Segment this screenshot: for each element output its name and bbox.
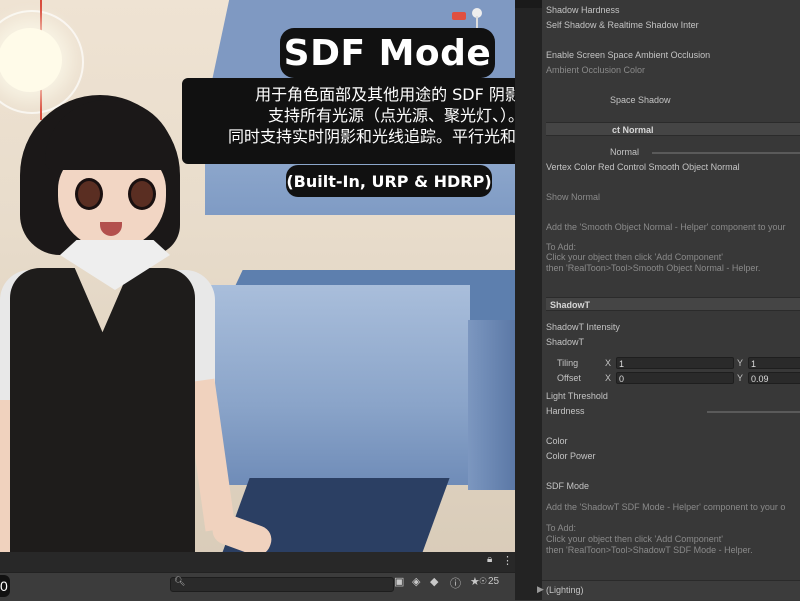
- character-right-eye: [128, 178, 156, 210]
- helper1-line-3: Click your object then click 'Add Compon…: [546, 252, 724, 262]
- hardness-slider[interactable]: [707, 411, 800, 413]
- axis-x-handle[interactable]: [452, 12, 466, 20]
- lighting-foldout[interactable]: (Lighting): [542, 580, 800, 600]
- color-power-label: Color Power: [546, 451, 596, 461]
- pipelines-banner: (Built-In, URP & HDRP): [286, 165, 492, 197]
- offset-x-field[interactable]: 0: [616, 372, 734, 384]
- helper1-line-2: To Add:: [546, 242, 577, 252]
- chevron-right-icon[interactable]: ▶: [537, 580, 544, 598]
- description-box: 用于角色面部及其他用途的 SDF 阴影。 支持所有光源（点光源、聚光灯、）。 同…: [182, 78, 515, 164]
- shadow-hardness-label: Shadow Hardness: [546, 5, 620, 15]
- eye-icon[interactable]: ☉: [479, 576, 487, 587]
- panel-divider[interactable]: [515, 0, 542, 600]
- helper1-line-4: then 'RealToon>Tool>Smooth Object Normal…: [546, 263, 761, 273]
- offset-label: Offset: [557, 373, 581, 383]
- vertex-color-label: Vertex Color Red Control Smooth Object N…: [546, 162, 740, 172]
- sdf-mode-label: SDF Mode: [546, 481, 590, 491]
- search-input[interactable]: 🔍︎: [170, 576, 394, 592]
- shadowt-intensity-label: ShadowT Intensity: [546, 322, 620, 332]
- tiling-y-label: Y: [737, 358, 744, 368]
- offset-x-label: X: [605, 373, 612, 383]
- hierarchy-toolbar: 0 🔍︎ ▣ ◈ ◆ ⓘ ★ ☉ 25: [0, 572, 515, 601]
- normal-label: Normal: [610, 147, 640, 157]
- description-line-3: 同时支持实时阴影和光线追踪。平行光和面光源: [227, 127, 515, 146]
- smooth-normal-section-label: ct Normal: [612, 125, 654, 135]
- corner-label: 0: [0, 575, 10, 597]
- helper2-line-1: Add the 'ShadowT SDF Mode - Helper' comp…: [546, 502, 786, 512]
- color-label: Color: [546, 436, 568, 446]
- info-icon[interactable]: ⓘ: [450, 575, 461, 591]
- panel-divider-cap: [515, 0, 542, 8]
- scene-visibility-icon[interactable]: ▣: [394, 575, 404, 588]
- helper2-line-2: To Add:: [546, 523, 577, 533]
- search-icon: 🔍︎: [174, 576, 186, 586]
- hardness-label: Hardness: [546, 406, 585, 416]
- axis-stem: [476, 16, 478, 28]
- more-icon[interactable]: ⋮: [502, 554, 513, 567]
- tiling-y-field[interactable]: 1: [748, 357, 800, 369]
- directional-light-icon[interactable]: [0, 28, 62, 92]
- shadowt-label: ShadowT: [546, 337, 585, 347]
- tiling-label: Tiling: [557, 358, 579, 368]
- show-normal-label: Show Normal: [546, 192, 601, 202]
- orientation-gizmo[interactable]: [446, 6, 496, 28]
- shadowt-section-label: ShadowT: [550, 300, 590, 310]
- ssao-label: Enable Screen Space Ambient Occlusion: [546, 50, 711, 60]
- helper1-line-1: Add the 'Smooth Object Normal - Helper' …: [546, 222, 786, 232]
- lock-icon[interactable]: 🔒︎: [487, 554, 492, 565]
- helper2-line-3: Click your object then click 'Add Compon…: [546, 534, 724, 544]
- space-shadow-label: Space Shadow: [610, 95, 671, 105]
- self-shadow-label: Self Shadow & Realtime Shadow Inter: [546, 20, 699, 30]
- helper2-line-4: then 'RealToon>Tool>ShadowT SDF Mode - H…: [546, 545, 753, 555]
- smooth-normal-section[interactable]: ct Normal: [546, 122, 800, 136]
- light-threshold-label: Light Threshold: [546, 391, 608, 401]
- tiling-x-label: X: [605, 358, 612, 368]
- scene-viewport[interactable]: SDF Mode 用于角色面部及其他用途的 SDF 阴影。 支持所有光源（点光源…: [0, 0, 515, 560]
- layers-icon[interactable]: ◈: [412, 575, 420, 588]
- tiling-x-field[interactable]: 1: [616, 357, 734, 369]
- normal-slider[interactable]: [652, 152, 800, 154]
- scene-status-strip: 🔒︎ ⋮: [0, 552, 515, 572]
- shadowt-section[interactable]: ShadowT: [546, 297, 800, 311]
- title-banner: SDF Mode: [280, 28, 495, 78]
- visible-count: 25: [488, 576, 500, 587]
- offset-y-label: Y: [737, 373, 744, 383]
- description-line-2: 支持所有光源（点光源、聚光灯、）。: [267, 106, 515, 125]
- shelf-middle-block: [205, 285, 470, 485]
- tag-icon[interactable]: ◆: [430, 575, 438, 588]
- character-left-eye: [75, 178, 103, 210]
- description-line-1: 用于角色面部及其他用途的 SDF 阴影。: [255, 85, 515, 104]
- shelf-middle-side: [468, 320, 515, 490]
- page-title: SDF Mode: [283, 32, 492, 74]
- offset-y-field[interactable]: 0.09: [748, 372, 800, 384]
- ao-color-label: Ambient Occlusion Color: [546, 65, 646, 75]
- pipelines-label: (Built-In, URP & HDRP): [286, 171, 492, 191]
- inspector-panel: Shadow Hardness Self Shadow & Realtime S…: [542, 0, 800, 600]
- lighting-label: (Lighting): [546, 585, 584, 595]
- character-vest: [10, 268, 195, 560]
